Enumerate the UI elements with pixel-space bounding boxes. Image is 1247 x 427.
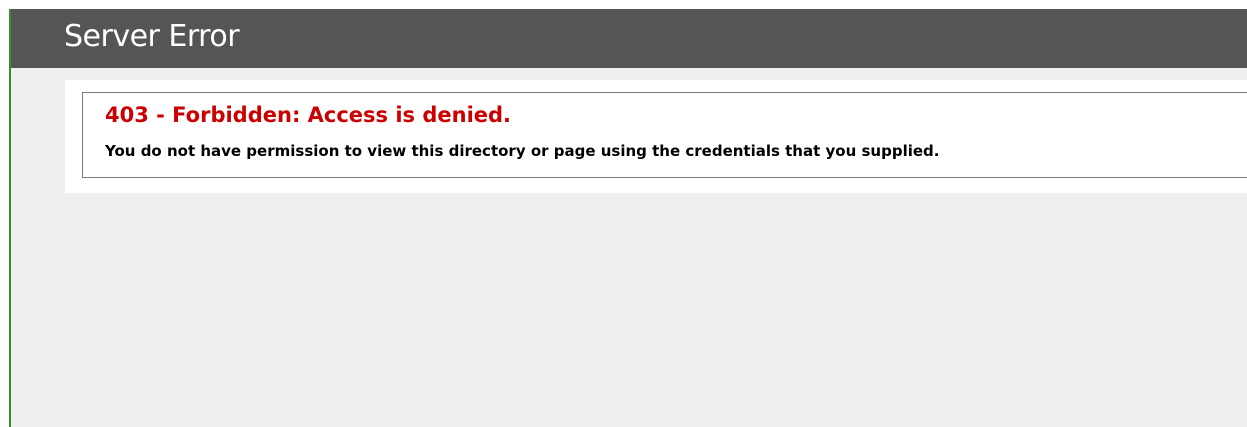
header-bar: Server Error [11, 9, 1247, 68]
page-title: Server Error [64, 19, 240, 54]
error-window: Server Error 403 - Forbidden: Access is … [9, 9, 1247, 427]
error-heading: 403 - Forbidden: Access is denied. [105, 103, 512, 127]
content-panel: 403 - Forbidden: Access is denied. You d… [65, 80, 1247, 193]
error-message: You do not have permission to view this … [105, 142, 940, 160]
page: Server Error 403 - Forbidden: Access is … [0, 0, 1247, 427]
error-box: 403 - Forbidden: Access is denied. You d… [82, 92, 1247, 178]
